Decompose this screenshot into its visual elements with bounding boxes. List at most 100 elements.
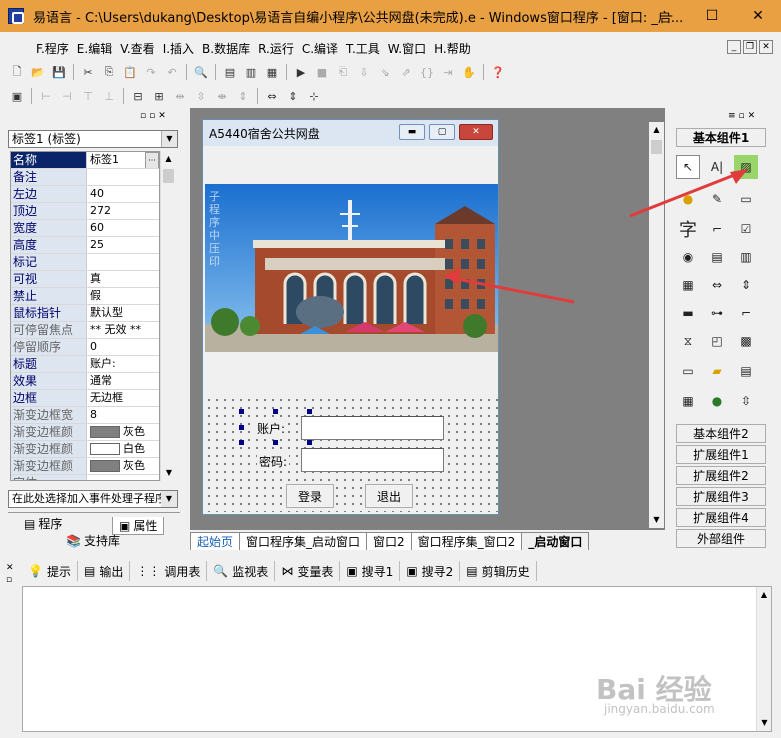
extension-components-3[interactable]: 扩展组件3 bbox=[676, 487, 766, 506]
network-tool-icon[interactable]: ● bbox=[705, 389, 729, 413]
chevron-down-icon[interactable]: ▼ bbox=[161, 131, 177, 147]
redo-icon[interactable]: ↷ bbox=[142, 63, 160, 81]
property-row[interactable]: 宽度 60 bbox=[11, 220, 159, 237]
mdi-minimize-icon[interactable]: _ bbox=[727, 40, 741, 54]
login-button[interactable]: 登录 bbox=[286, 484, 334, 508]
tab-window2[interactable]: 窗口2 bbox=[366, 532, 412, 550]
panel-controls-icon[interactable]: ≡▫✕ bbox=[728, 111, 758, 121]
form-minimize-icon[interactable]: ▬ bbox=[399, 124, 425, 140]
debug4-icon[interactable]: ⇗ bbox=[397, 63, 415, 81]
property-value[interactable]: 272 bbox=[86, 203, 159, 219]
property-row[interactable]: 停留顺序 0 bbox=[11, 339, 159, 356]
debug2-icon[interactable]: ⇩ bbox=[355, 63, 373, 81]
form-close-icon[interactable]: ✕ bbox=[459, 124, 493, 140]
external-components[interactable]: 外部组件 bbox=[676, 529, 766, 548]
form-maximize-icon[interactable]: ▢ bbox=[429, 124, 455, 140]
property-value[interactable]: 8 bbox=[86, 407, 159, 423]
space-y-icon[interactable]: ⇕ bbox=[234, 87, 252, 105]
space-x-icon[interactable]: ⇼ bbox=[213, 87, 231, 105]
account-label[interactable]: 账户: bbox=[255, 420, 288, 437]
debug1-icon[interactable]: ⎗ bbox=[334, 63, 352, 81]
tab-variables[interactable]: ⋈ 变量表 bbox=[275, 561, 341, 581]
property-row[interactable]: 渐变边框颜 白色 bbox=[11, 441, 159, 458]
space-v-icon[interactable]: ⇳ bbox=[192, 87, 210, 105]
property-value[interactable]: 60 bbox=[86, 220, 159, 236]
center-v-icon[interactable]: ⊞ bbox=[150, 87, 168, 105]
property-value[interactable]: 0 bbox=[86, 339, 159, 355]
panel-controls-icon[interactable]: ▫▫✕ bbox=[140, 111, 169, 121]
property-row[interactable]: 字体 bbox=[11, 475, 159, 480]
tab-window2-code[interactable]: 窗口程序集_窗口2 bbox=[410, 532, 523, 550]
password-input[interactable] bbox=[301, 448, 444, 472]
align-left-icon[interactable]: ⊢ bbox=[37, 87, 55, 105]
component-selector[interactable]: 标签1 (标签) ▼ bbox=[8, 130, 178, 148]
extension-components-1[interactable]: 扩展组件1 bbox=[676, 445, 766, 464]
menu-edit[interactable]: E.编辑 bbox=[73, 40, 116, 57]
property-row[interactable]: 可停留焦点 ** 无效 ** bbox=[11, 322, 159, 339]
table-tool-icon[interactable]: ▦ bbox=[676, 389, 700, 413]
align-bottom-icon[interactable]: ⊥ bbox=[100, 87, 118, 105]
property-row[interactable]: 高度 25 bbox=[11, 237, 159, 254]
tab-search1[interactable]: ▣ 搜寻1 bbox=[340, 561, 401, 581]
property-value[interactable]: 40 bbox=[86, 186, 159, 202]
tab-start-page[interactable]: 起始页 bbox=[190, 532, 241, 550]
cut-icon[interactable]: ✂ bbox=[79, 63, 97, 81]
property-row[interactable]: 渐变边框颜 灰色 bbox=[11, 458, 159, 475]
debug3-icon[interactable]: ⇘ bbox=[376, 63, 394, 81]
exit-button[interactable]: 退出 bbox=[365, 484, 413, 508]
open-icon[interactable]: 📂 bbox=[29, 63, 47, 81]
save-icon[interactable]: 💾 bbox=[50, 63, 68, 81]
property-row[interactable]: 顶边 272 bbox=[11, 203, 159, 220]
property-row[interactable]: 效果 通常 bbox=[11, 373, 159, 390]
extension-components-2[interactable]: 扩展组件2 bbox=[676, 466, 766, 485]
property-row[interactable]: 渐变边框颜 灰色 bbox=[11, 424, 159, 441]
property-value[interactable]: 真 bbox=[86, 271, 159, 287]
property-row[interactable]: 禁止假 bbox=[11, 288, 159, 305]
property-row[interactable]: 鼠标指针 默认型 bbox=[11, 305, 159, 322]
property-value[interactable]: 无边框 bbox=[86, 390, 159, 406]
menu-insert[interactable]: I.插入 bbox=[159, 40, 198, 57]
property-row[interactable]: 渐变边框宽 8 bbox=[11, 407, 159, 424]
stop-icon[interactable]: ■ bbox=[313, 63, 331, 81]
spinner-tool-icon[interactable]: ⇳ bbox=[734, 389, 758, 413]
copy-icon[interactable]: ⎘ bbox=[100, 63, 118, 81]
property-value[interactable]: 假 bbox=[86, 288, 159, 304]
mdi-close-icon[interactable]: ✕ bbox=[759, 40, 773, 54]
event-selector[interactable]: 在此处选择加入事件处理子程序 ▼ bbox=[8, 490, 178, 508]
tab-search2[interactable]: ▣ 搜寻2 bbox=[400, 561, 461, 581]
hand-icon[interactable]: ✋ bbox=[460, 63, 478, 81]
form-icon[interactable]: ▣ bbox=[8, 87, 26, 105]
menu-help[interactable]: H.帮助 bbox=[430, 40, 475, 57]
timer-tool-icon[interactable]: ⧖ bbox=[676, 329, 700, 353]
menu-window[interactable]: W.窗口 bbox=[384, 40, 430, 57]
property-row[interactable]: 备注 bbox=[11, 169, 159, 186]
tab-startwindow[interactable]: _启动窗口 bbox=[521, 532, 590, 550]
dialog-tool-icon[interactable]: ◰ bbox=[705, 329, 729, 353]
tab-clip-history[interactable]: ▤ 剪辑历史 bbox=[460, 561, 537, 581]
extension-components-4[interactable]: 扩展组件4 bbox=[676, 508, 766, 527]
maximize-button[interactable]: ☐ bbox=[689, 0, 735, 32]
menu-compile[interactable]: C.编译 bbox=[298, 40, 342, 57]
menu-database[interactable]: B.数据库 bbox=[198, 40, 254, 57]
property-row[interactable]: 标题 账户: bbox=[11, 356, 159, 373]
close-button[interactable]: ✕ bbox=[735, 0, 781, 32]
property-row[interactable]: 名称 标签1 ··· bbox=[11, 152, 159, 169]
property-value[interactable] bbox=[86, 169, 159, 185]
db-tool-icon[interactable]: ▰ bbox=[705, 359, 729, 383]
layout3-icon[interactable]: ▦ bbox=[263, 63, 281, 81]
property-value[interactable]: 通常 bbox=[86, 373, 159, 389]
grid-tool-icon[interactable]: ▩ bbox=[734, 329, 758, 353]
debug6-icon[interactable]: ⇥ bbox=[439, 63, 457, 81]
run-icon[interactable]: ▶ bbox=[292, 63, 310, 81]
tab-call-stack[interactable]: ⋮⋮ 调用表 bbox=[130, 561, 208, 581]
output-scrollbar[interactable]: ▲ ▼ bbox=[756, 587, 771, 731]
property-value[interactable]: 灰色 bbox=[86, 424, 159, 440]
align-center-icon[interactable]: ⊣ bbox=[58, 87, 76, 105]
basic-components-1[interactable]: 基本组件1 bbox=[676, 128, 766, 147]
property-value[interactable]: 账户: bbox=[86, 356, 159, 372]
property-row[interactable]: 标记 bbox=[11, 254, 159, 271]
tab-startwindow-code[interactable]: 窗口程序集_启动窗口 bbox=[239, 532, 368, 550]
layout2-icon[interactable]: ▥ bbox=[242, 63, 260, 81]
property-row[interactable]: 左边 40 bbox=[11, 186, 159, 203]
tab-program[interactable]: ▤ 程序 bbox=[24, 515, 62, 532]
